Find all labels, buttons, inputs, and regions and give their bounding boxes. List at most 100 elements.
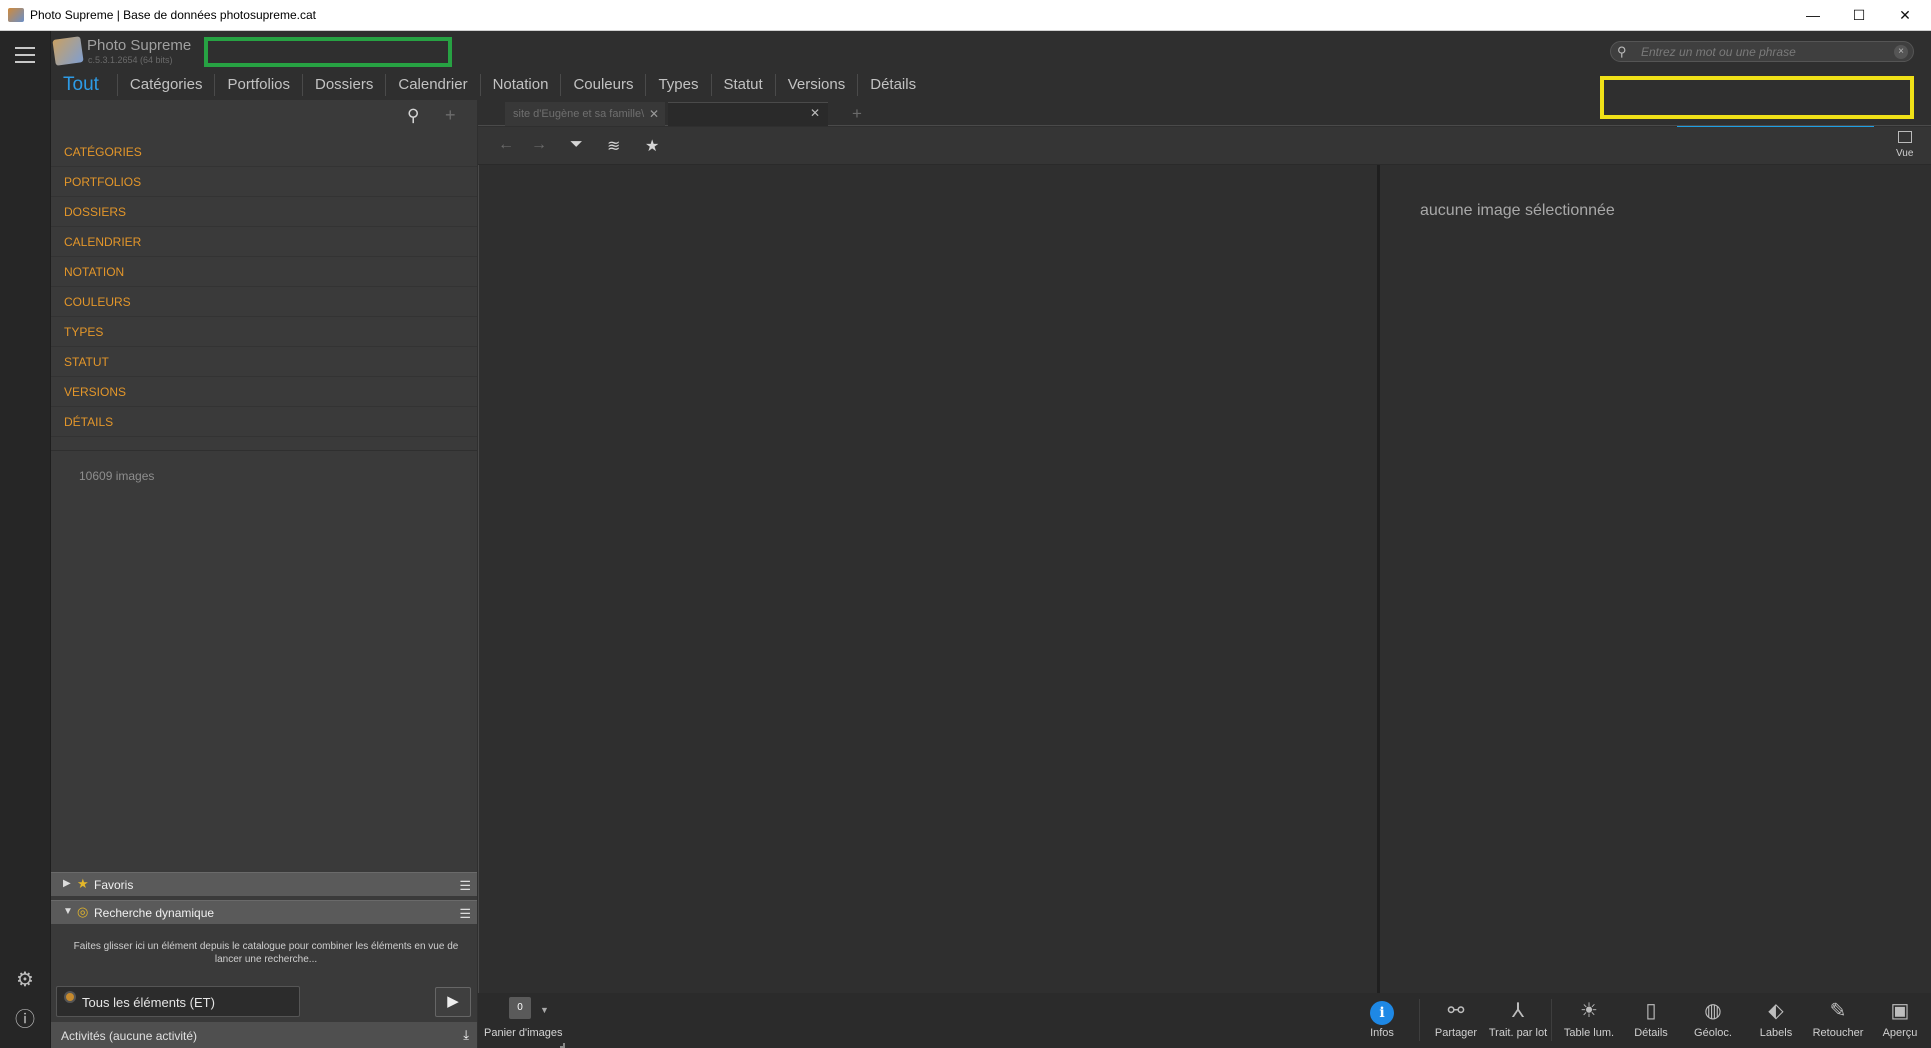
all-items-label: Tous les éléments (ET) xyxy=(82,995,215,1010)
run-search-button[interactable]: ▶ xyxy=(435,987,471,1017)
inspector-panel: aucune image sélectionnée xyxy=(1380,165,1931,993)
light-table-button[interactable]: ☀ Table lum. xyxy=(1558,993,1620,1048)
category-item[interactable]: DOSSIERS xyxy=(51,197,477,227)
favorites-label: Favoris xyxy=(94,878,134,892)
basket-label[interactable]: Panier d'images xyxy=(484,1027,563,1039)
category-item[interactable]: TYPES xyxy=(51,317,477,347)
help-icon[interactable]: ⓘ xyxy=(13,1008,37,1032)
gear-icon[interactable]: ⚙ xyxy=(13,968,37,992)
tab-calendrier[interactable]: Calendrier xyxy=(386,74,481,96)
add-tab-icon[interactable]: + xyxy=(852,104,862,124)
category-item[interactable]: CALENDRIER xyxy=(51,227,477,257)
hamburger-menu-icon[interactable] xyxy=(15,47,35,63)
expand-triangle-icon: ▶ xyxy=(63,878,71,889)
tab-versions[interactable]: Versions xyxy=(776,74,859,96)
tab-portfolios[interactable]: Portfolios xyxy=(215,74,303,96)
preview-button[interactable]: ▣ Aperçu xyxy=(1869,993,1931,1048)
forward-arrow-icon[interactable]: → xyxy=(531,136,547,154)
brush-icon: ✎ xyxy=(1829,1000,1847,1022)
category-item[interactable]: PORTFOLIOS xyxy=(51,167,477,197)
category-list: CATÉGORIES PORTFOLIOS DOSSIERS CALENDRIE… xyxy=(51,137,477,437)
labels-button[interactable]: ⬖ Labels xyxy=(1745,993,1807,1048)
category-item[interactable]: DÉTAILS xyxy=(51,407,477,437)
back-arrow-icon[interactable]: ← xyxy=(498,136,514,154)
retouch-button[interactable]: ✎ Retoucher xyxy=(1807,993,1869,1048)
app-version: c.5.3.1.2654 (64 bits) xyxy=(88,55,173,65)
category-item[interactable]: NOTATION xyxy=(51,257,477,287)
infos-button[interactable]: i Infos xyxy=(1351,993,1413,1048)
download-icon[interactable]: ⤓ xyxy=(463,1027,469,1043)
doc-tab-2[interactable]: ✕ xyxy=(668,102,828,126)
no-selection-message: aucune image sélectionnée xyxy=(1420,202,1615,219)
image-gallery[interactable] xyxy=(478,165,1378,993)
activities-label: Activités (aucune activité) xyxy=(61,1029,198,1043)
tab-dossiers[interactable]: Dossiers xyxy=(303,74,387,96)
panel-search-icon[interactable]: ⚲ xyxy=(407,106,419,126)
category-item[interactable]: VERSIONS xyxy=(51,377,477,407)
category-item[interactable]: STATUT xyxy=(51,347,477,377)
search-placeholder: Entrez un mot ou une phrase xyxy=(1641,45,1796,59)
batch-button[interactable]: ⅄ Trait. par lot xyxy=(1487,993,1549,1048)
geoloc-button[interactable]: ◍ Géoloc. xyxy=(1682,993,1744,1048)
basket-icon[interactable]: 0 xyxy=(509,997,531,1019)
tab-couleurs[interactable]: Couleurs xyxy=(561,74,647,96)
doc-tab-1-label: site d'Eugène et sa famille\ xyxy=(513,108,645,120)
panel-divider xyxy=(51,450,477,451)
details-button[interactable]: ▯ Détails xyxy=(1620,993,1682,1048)
clear-search-icon[interactable]: × xyxy=(1894,45,1908,59)
share-button[interactable]: ⚯ Partager xyxy=(1425,993,1487,1048)
tag-icon: ⬖ xyxy=(1768,1000,1784,1022)
close-tab-icon[interactable]: ✕ xyxy=(810,106,820,120)
basket-dropdown-icon[interactable]: ▼ xyxy=(540,1005,549,1015)
left-rail: ⚙ ⓘ xyxy=(0,31,51,1048)
favorites-section-header[interactable]: ▶ ★ Favoris ☰ xyxy=(51,872,477,896)
layers-icon[interactable]: ≋ xyxy=(607,136,620,156)
maximize-button[interactable]: ☐ xyxy=(1836,0,1882,30)
close-tab-icon[interactable]: ✕ xyxy=(649,102,659,126)
global-search-input[interactable]: ⚲ Entrez un mot ou une phrase × xyxy=(1610,41,1914,62)
tab-tout[interactable]: Tout xyxy=(51,74,118,96)
tab-details[interactable]: Détails xyxy=(858,74,928,96)
app-logo xyxy=(52,36,84,66)
star-icon[interactable]: ★ xyxy=(645,136,659,156)
tab-categories[interactable]: Catégories xyxy=(118,74,216,96)
category-item[interactable]: CATÉGORIES xyxy=(51,137,477,167)
app-name: Photo Supreme xyxy=(87,37,192,54)
view-icon[interactable] xyxy=(1898,131,1912,143)
all-items-selector[interactable]: Tous les éléments (ET) xyxy=(56,986,300,1017)
dynamic-search-section-header[interactable]: ▼ ◎ Recherche dynamique ☰ xyxy=(51,900,477,924)
share-icon: ⚯ xyxy=(1447,1000,1465,1022)
view-label[interactable]: Vue xyxy=(1896,148,1913,159)
image-count: 10609 images xyxy=(79,469,155,483)
tab-statut[interactable]: Statut xyxy=(712,74,776,96)
close-button[interactable]: ✕ xyxy=(1882,0,1928,30)
batch-icon: ⅄ xyxy=(1511,1000,1525,1022)
section-menu-icon[interactable]: ☰ xyxy=(459,878,471,894)
bottom-separator xyxy=(1419,999,1420,1041)
retouch-label: Retoucher xyxy=(1812,1027,1864,1039)
collapse-triangle-icon: ▼ xyxy=(63,906,73,917)
tab-notation[interactable]: Notation xyxy=(481,74,562,96)
filter-icon[interactable]: ⏷ xyxy=(570,136,583,154)
geoloc-label: Géoloc. xyxy=(1694,1027,1732,1039)
dynamic-search-icon: ◎ xyxy=(77,904,89,919)
highlight-box-green xyxy=(204,37,452,67)
category-item[interactable]: COULEURS xyxy=(51,287,477,317)
labels-label: Labels xyxy=(1759,1027,1793,1039)
globe-icon: ◍ xyxy=(1704,1000,1722,1022)
doc-tab-1[interactable]: site d'Eugène et sa famille\ ✕ xyxy=(505,102,665,126)
document-tabs: site d'Eugène et sa famille\ ✕ ✕ + xyxy=(478,100,1931,126)
bottom-separator xyxy=(1551,999,1552,1041)
gallery-toolbar: ← → ⏷ ≋ ★ Vue xyxy=(478,127,1931,165)
panel-add-icon[interactable]: + xyxy=(445,105,456,126)
light-table-icon: ☀ xyxy=(1580,1000,1598,1022)
preview-icon: ▣ xyxy=(1890,1000,1910,1022)
resize-corner[interactable] xyxy=(560,1043,565,1048)
minimize-button[interactable]: — xyxy=(1790,0,1836,30)
window-titlebar: Photo Supreme | Base de données photosup… xyxy=(0,0,1931,31)
section-menu-icon[interactable]: ☰ xyxy=(459,906,471,922)
tab-types[interactable]: Types xyxy=(646,74,712,96)
search-icon: ⚲ xyxy=(1617,44,1627,59)
batch-label: Trait. par lot xyxy=(1488,1027,1548,1039)
activities-bar[interactable]: Activités (aucune activité) ⤓ xyxy=(51,1022,477,1048)
